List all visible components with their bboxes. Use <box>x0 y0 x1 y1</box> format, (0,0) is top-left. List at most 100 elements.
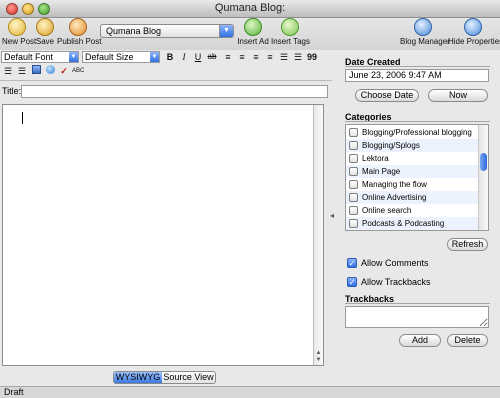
list-item[interactable]: Podcasts & Podcasting <box>346 217 479 230</box>
justify-icon: ≡ <box>267 52 273 62</box>
flag-button[interactable]: ✓ <box>58 65 70 77</box>
status-bar: Draft <box>0 386 500 398</box>
now-button[interactable]: Now <box>428 89 488 102</box>
check-flag-icon: ✓ <box>60 66 68 76</box>
title-bar: Qumana Blog: <box>0 0 500 18</box>
justify-button[interactable]: ≡ <box>264 51 276 63</box>
bold-button[interactable]: B <box>164 51 176 63</box>
category-checkbox[interactable] <box>349 128 358 137</box>
font-size-select[interactable]: Default Size ▼ <box>82 51 160 63</box>
list-item[interactable]: Managing the flow <box>346 178 479 191</box>
strikethrough-button[interactable]: ab <box>206 51 218 63</box>
main-toolbar: New Post Save Publish Post Insert Ad Ins… <box>0 18 500 50</box>
blog-manager-label: Blog Manager <box>400 37 450 46</box>
italic-button[interactable]: I <box>178 51 190 63</box>
publish-icon <box>69 18 87 36</box>
bullet-list-button[interactable]: ☰ <box>278 51 290 63</box>
category-checkbox[interactable] <box>349 206 358 215</box>
chevron-down-icon: ▼ <box>69 52 78 62</box>
category-label: Podcasts & Podcasting <box>362 219 445 228</box>
align-center-button[interactable]: ≡ <box>236 51 248 63</box>
categories-scrollbar[interactable] <box>478 125 488 230</box>
font-family-select[interactable]: Default Font ▼ <box>1 51 79 63</box>
category-label: Main Page <box>362 167 401 176</box>
category-checkbox[interactable] <box>349 141 358 150</box>
status-text: Draft <box>4 387 24 397</box>
list-item[interactable]: Blogging/Professional blogging <box>346 126 479 139</box>
category-checkbox[interactable] <box>349 193 358 202</box>
align-left-icon: ≡ <box>225 52 231 62</box>
hide-properties-button[interactable]: Hide Properties <box>448 18 500 46</box>
publish-post-button[interactable]: Publish Post <box>57 18 101 46</box>
post-editor[interactable]: ▲ ▼ <box>2 104 324 366</box>
outdent-icon: ☰ <box>3 66 13 76</box>
indent-button[interactable]: ☰ <box>16 65 28 77</box>
save-button[interactable]: Save <box>34 18 56 46</box>
insert-tags-icon <box>281 18 299 36</box>
category-checkbox[interactable] <box>349 167 358 176</box>
add-trackback-button[interactable]: Add <box>399 334 441 347</box>
refresh-button[interactable]: Refresh <box>447 238 488 251</box>
new-post-button[interactable]: New Post <box>2 18 37 46</box>
chevron-down-icon: ▼ <box>219 25 233 37</box>
insert-tags-button[interactable]: Insert Tags <box>271 18 310 46</box>
scroll-down-icon[interactable]: ▼ <box>314 357 323 363</box>
underline-button[interactable]: U <box>192 51 204 63</box>
panel-collapse-icon[interactable]: ◂ <box>330 211 334 220</box>
align-right-icon: ≡ <box>253 52 259 62</box>
date-created-field[interactable]: June 23, 2006 9:47 AM <box>345 69 489 82</box>
category-checkbox[interactable] <box>349 219 358 228</box>
list-item[interactable]: Online Advertising <box>346 191 479 204</box>
delete-trackback-button[interactable]: Delete <box>447 334 488 347</box>
category-label: Managing the flow <box>362 180 427 189</box>
hide-properties-icon <box>464 18 482 36</box>
scroll-up-icon[interactable]: ▲ <box>314 350 323 356</box>
align-center-icon: ≡ <box>239 52 245 62</box>
image-icon <box>31 65 41 74</box>
align-left-button[interactable]: ≡ <box>222 51 234 63</box>
category-checkbox[interactable] <box>349 154 358 163</box>
window-title: Qumana Blog: <box>214 2 286 14</box>
title-input[interactable] <box>21 85 328 98</box>
save-icon <box>36 18 54 36</box>
category-label: Lektora <box>362 154 389 163</box>
bullet-list-icon: ☰ <box>279 52 289 62</box>
hide-properties-label: Hide Properties <box>448 37 500 46</box>
save-label: Save <box>35 37 55 46</box>
trackbacks-input[interactable] <box>345 306 489 328</box>
blockquote-button[interactable]: 99 <box>306 51 318 63</box>
category-checkbox[interactable] <box>349 180 358 189</box>
list-item[interactable]: Main Page <box>346 165 479 178</box>
insert-ad-button[interactable]: Insert Ad <box>236 18 270 46</box>
wysiwyg-tab[interactable]: WYSIWYG <box>114 372 162 383</box>
categories-list[interactable]: Blogging/Professional blogging Blogging/… <box>345 124 489 231</box>
trackbacks-divider <box>345 303 490 304</box>
editor-scrollbar[interactable]: ▲ ▼ <box>313 105 323 365</box>
checkmark-icon: ✓ <box>347 277 357 287</box>
chevron-down-icon: ▼ <box>150 52 159 62</box>
category-label: Blogging/Professional blogging <box>362 128 472 137</box>
numbered-list-button[interactable]: ☰ <box>292 51 304 63</box>
checkmark-icon: ✓ <box>347 258 357 268</box>
choose-date-button[interactable]: Choose Date <box>355 89 419 102</box>
scroll-thumb[interactable] <box>480 153 487 171</box>
align-right-button[interactable]: ≡ <box>250 51 262 63</box>
source-view-tab[interactable]: Source View <box>162 372 215 383</box>
blog-manager-button[interactable]: Blog Manager <box>400 18 450 46</box>
insert-link-button[interactable] <box>44 65 56 77</box>
date-created-divider <box>345 66 490 67</box>
new-post-icon <box>8 18 26 36</box>
spell-check-button[interactable]: ABC <box>72 65 84 77</box>
indent-icon: ☰ <box>17 66 27 76</box>
insert-image-button[interactable] <box>30 65 42 77</box>
category-label: Online search <box>362 206 412 215</box>
list-item[interactable]: Blogging/Splogs <box>346 139 479 152</box>
outdent-button[interactable]: ☰ <box>2 65 14 77</box>
format-bar: Default Font ▼ Default Size ▼ B I U ab ≡… <box>0 50 330 64</box>
new-post-label: New Post <box>2 37 37 46</box>
blog-select-value: Qumana Blog <box>106 26 162 36</box>
list-item[interactable]: Lektora <box>346 152 479 165</box>
category-label: Blogging/Splogs <box>362 141 420 150</box>
blog-select[interactable]: Qumana Blog ▼ <box>100 24 234 38</box>
list-item[interactable]: Online search <box>346 204 479 217</box>
